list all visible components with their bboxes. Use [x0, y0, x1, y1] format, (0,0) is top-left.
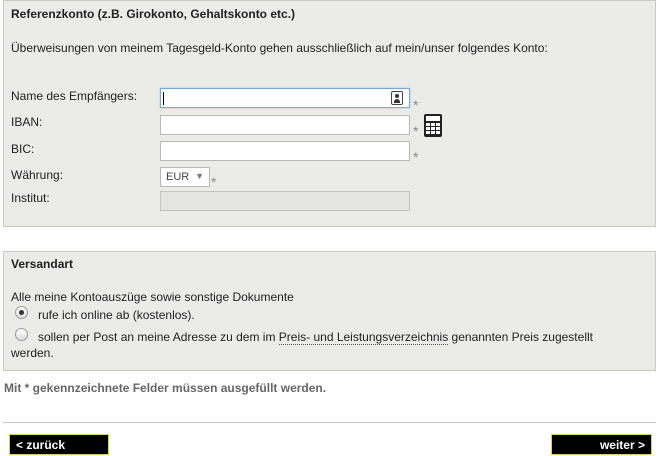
versandart-intro: Alle meine Kontoauszüge sowie sonstige D…: [11, 290, 294, 304]
institut-label: Institut:: [11, 191, 50, 205]
currency-select[interactable]: EUR ▼: [160, 167, 210, 187]
institut-input: [160, 191, 410, 211]
referenzkonto-heading: Referenzkonto (z.B. Girokonto, Gehaltsko…: [11, 7, 296, 21]
waehrung-label: Währung:: [11, 168, 64, 182]
radio-post[interactable]: [15, 328, 28, 341]
option-post-label[interactable]: sollen per Post an meine Adresse zu dem …: [38, 330, 593, 345]
versandart-section: Versandart Alle meine Kontoauszüge sowie…: [3, 251, 656, 371]
bic-label: BIC:: [11, 142, 35, 156]
option-post-text: sollen per Post an meine Adresse zu dem …: [38, 330, 279, 344]
required-fields-note: Mit * gekennzeichnete Felder müssen ausg…: [4, 381, 326, 395]
referenzkonto-intro: Überweisungen von meinem Tagesgeld-Konto…: [11, 41, 548, 55]
note-prefix: Mit: [4, 381, 25, 395]
back-button[interactable]: < zurück: [9, 434, 109, 455]
required-star: *: [413, 97, 419, 113]
radio-online[interactable]: [15, 306, 28, 319]
recipient-name-input[interactable]: [160, 88, 410, 108]
versandart-heading: Versandart: [11, 257, 74, 271]
required-star: *: [211, 174, 217, 190]
required-star: *: [413, 149, 419, 165]
referenzkonto-section: Referenzkonto (z.B. Girokonto, Gehaltsko…: [3, 0, 656, 227]
name-label: Name des Empfängers:: [11, 89, 138, 103]
required-star: *: [413, 123, 419, 139]
option-online-label[interactable]: rufe ich online ab (kostenlos).: [38, 308, 195, 322]
option-post-label-line2: werden.: [11, 346, 54, 360]
iban-label: IBAN:: [11, 115, 43, 129]
text-caret: [163, 92, 164, 105]
preisverzeichnis-link[interactable]: Preis- und Leistungsverzeichnis: [278, 330, 449, 345]
option-post-text-end: genannten Preis zugestellt: [448, 330, 593, 344]
note-text: gekennzeichnete Felder müssen ausgefüllt…: [29, 381, 327, 395]
next-button[interactable]: weiter >: [551, 434, 652, 455]
chevron-down-icon: ▼: [195, 171, 204, 181]
iban-input[interactable]: [160, 115, 410, 135]
contact-card-icon[interactable]: [391, 91, 403, 105]
calculator-icon[interactable]: [424, 114, 442, 137]
divider: [3, 422, 656, 423]
currency-value: EUR: [166, 171, 190, 183]
bic-input[interactable]: [160, 141, 410, 161]
